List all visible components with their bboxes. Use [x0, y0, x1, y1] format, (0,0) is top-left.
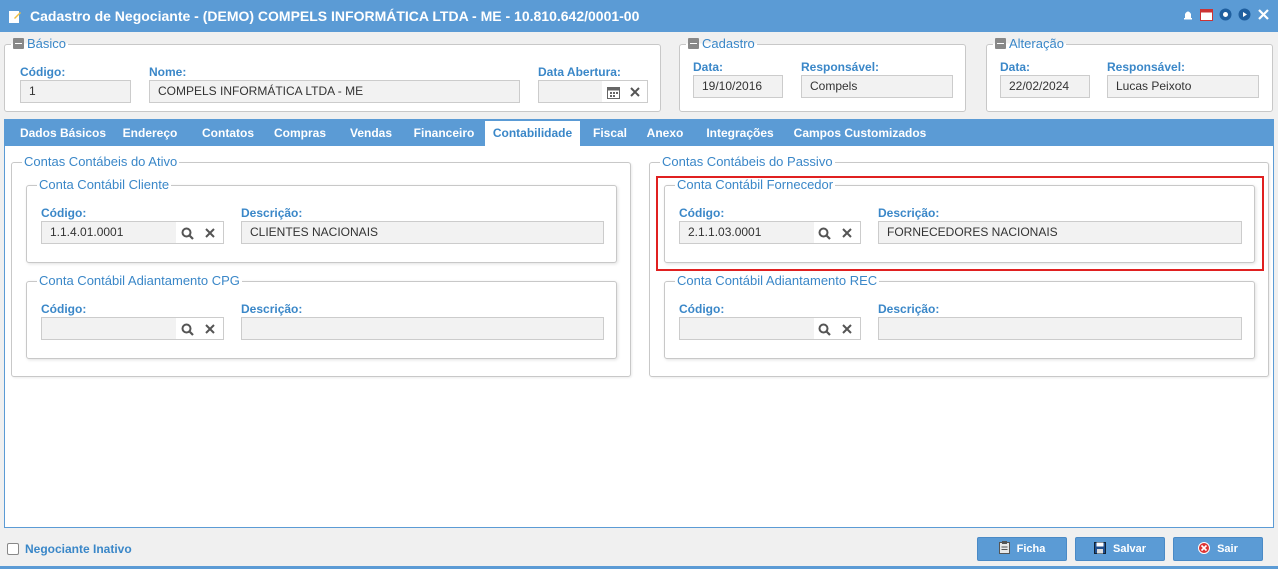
calendar-picker-icon[interactable]: [604, 83, 622, 101]
tab-fiscal[interactable]: Fiscal: [584, 119, 636, 146]
rec-codigo-label: Código:: [679, 302, 725, 316]
cadastro-legend[interactable]: Cadastro: [686, 36, 757, 51]
codigo-label: Código:: [20, 65, 66, 79]
tab-compras[interactable]: Compras: [267, 119, 333, 146]
tab-contabilidade[interactable]: Contabilidade: [485, 119, 580, 146]
data-abertura-value[interactable]: [539, 81, 602, 102]
rec-codigo-value[interactable]: [680, 318, 814, 339]
alteracao-legend[interactable]: Alteração: [993, 36, 1066, 51]
tab-endereco[interactable]: Endereço: [116, 119, 184, 146]
rec-descricao-field[interactable]: [878, 317, 1242, 340]
clipboard-icon: [998, 541, 1010, 557]
alteracao-title: Alteração: [1009, 36, 1064, 51]
alteracao-data-field[interactable]: 22/02/2024: [1000, 75, 1090, 98]
cpg-descricao-label: Descrição:: [241, 302, 303, 316]
cliente-codigo-field[interactable]: 1.1.4.01.0001: [41, 221, 224, 244]
alteracao-panel: Alteração Data: 22/02/2024 Responsável: …: [986, 36, 1273, 112]
search-icon[interactable]: [815, 320, 833, 338]
tab-dados-basicos[interactable]: Dados Básicos: [12, 119, 114, 146]
rec-descricao-label: Descrição:: [878, 302, 940, 316]
ativo-group: Contas Contábeis do Ativo Conta Contábil…: [11, 154, 631, 377]
adiantamento-rec-title: Conta Contábil Adiantamento REC: [675, 273, 880, 288]
tab-contatos[interactable]: Contatos: [193, 119, 263, 146]
cpg-codigo-label: Código:: [41, 302, 87, 316]
exit-icon: [1198, 541, 1211, 557]
window-titlebar: Cadastro de Negociante - (DEMO) COMPELS …: [0, 0, 1278, 32]
tab-vendas[interactable]: Vendas: [340, 119, 402, 146]
nome-label: Nome:: [149, 65, 187, 79]
cpg-codigo-value[interactable]: [42, 318, 176, 339]
conta-cliente-title: Conta Contábil Cliente: [37, 177, 172, 192]
inativo-label[interactable]: Negociante Inativo: [25, 542, 132, 556]
play-icon[interactable]: [1238, 8, 1251, 21]
cliente-descricao-field[interactable]: CLIENTES NACIONAIS: [241, 221, 604, 244]
save-icon: [1093, 541, 1106, 557]
tab-anexo[interactable]: Anexo: [640, 119, 690, 146]
ficha-label: Ficha: [1016, 543, 1046, 555]
ativo-title: Contas Contábeis do Ativo: [22, 154, 180, 169]
tab-integracoes[interactable]: Integrações: [698, 119, 782, 146]
calendar-icon[interactable]: [1200, 8, 1213, 21]
chat-icon[interactable]: [1219, 8, 1232, 21]
sair-label: Sair: [1217, 543, 1238, 555]
salvar-button[interactable]: Salvar: [1075, 537, 1165, 561]
cadastro-data-field[interactable]: 19/10/2016: [693, 75, 783, 98]
basico-title: Básico: [27, 36, 67, 51]
search-icon[interactable]: [178, 320, 196, 338]
cpg-descricao-field[interactable]: [241, 317, 604, 340]
tab-content-contabilidade: Contas Contábeis do Ativo Conta Contábil…: [4, 146, 1274, 528]
form-window: Básico Código: 1 Nome: COMPELS INFORMÁTI…: [0, 32, 1278, 569]
bell-icon[interactable]: [1181, 8, 1194, 21]
basico-panel: Básico Código: 1 Nome: COMPELS INFORMÁTI…: [4, 36, 661, 112]
data-abertura-label: Data Abertura:: [538, 65, 621, 79]
ficha-button[interactable]: Ficha: [977, 537, 1067, 561]
inativo-checkbox[interactable]: [7, 543, 19, 555]
cadastro-panel: Cadastro Data: 19/10/2016 Responsável: C…: [679, 36, 966, 112]
cadastro-title: Cadastro: [702, 36, 755, 51]
adiantamento-cpg-title: Conta Contábil Adiantamento CPG: [37, 273, 242, 288]
nome-field[interactable]: COMPELS INFORMÁTICA LTDA - ME: [149, 80, 520, 103]
cadastro-responsavel-field[interactable]: Compels: [801, 75, 953, 98]
cpg-codigo-field[interactable]: [41, 317, 224, 340]
passivo-title: Contas Contábeis do Passivo: [660, 154, 835, 169]
data-abertura-field[interactable]: [538, 80, 648, 103]
tab-campos-customizados[interactable]: Campos Customizados: [789, 119, 931, 146]
collapse-icon[interactable]: [688, 38, 699, 49]
close-icon[interactable]: [1257, 8, 1270, 21]
collapse-icon[interactable]: [995, 38, 1006, 49]
cliente-codigo-label: Código:: [41, 206, 87, 220]
adiantamento-cpg-group: Conta Contábil Adiantamento CPG Código: …: [26, 273, 617, 359]
cadastro-data-label: Data:: [693, 60, 724, 74]
collapse-icon[interactable]: [13, 38, 24, 49]
tab-financeiro[interactable]: Financeiro: [404, 119, 484, 146]
cliente-codigo-value[interactable]: 1.1.4.01.0001: [42, 222, 176, 243]
clear-icon[interactable]: [626, 83, 644, 101]
alteracao-responsavel-label: Responsável:: [1107, 60, 1186, 74]
alteracao-data-label: Data:: [1000, 60, 1031, 74]
sair-button[interactable]: Sair: [1173, 537, 1263, 561]
clear-icon[interactable]: [201, 224, 219, 242]
search-icon[interactable]: [178, 224, 196, 242]
rec-codigo-field[interactable]: [679, 317, 861, 340]
cadastro-responsavel-label: Responsável:: [801, 60, 880, 74]
codigo-field[interactable]: 1: [20, 80, 131, 103]
alteracao-responsavel-field[interactable]: Lucas Peixoto: [1107, 75, 1259, 98]
cliente-descricao-label: Descrição:: [241, 206, 303, 220]
edit-form-icon: [9, 10, 21, 23]
conta-cliente-group: Conta Contábil Cliente Código: 1.1.4.01.…: [26, 177, 617, 263]
window-title: Cadastro de Negociante - (DEMO) COMPELS …: [30, 8, 640, 24]
basico-legend[interactable]: Básico: [11, 36, 69, 51]
adiantamento-rec-group: Conta Contábil Adiantamento REC Código: …: [664, 273, 1255, 359]
tab-bar: Dados Básicos Endereço Contatos Compras …: [4, 119, 1274, 146]
salvar-label: Salvar: [1112, 543, 1147, 555]
highlight-box: [656, 176, 1264, 271]
clear-icon[interactable]: [838, 320, 856, 338]
clear-icon[interactable]: [201, 320, 219, 338]
footer-bar: Negociante Inativo Ficha Salvar Sair: [0, 529, 1278, 569]
